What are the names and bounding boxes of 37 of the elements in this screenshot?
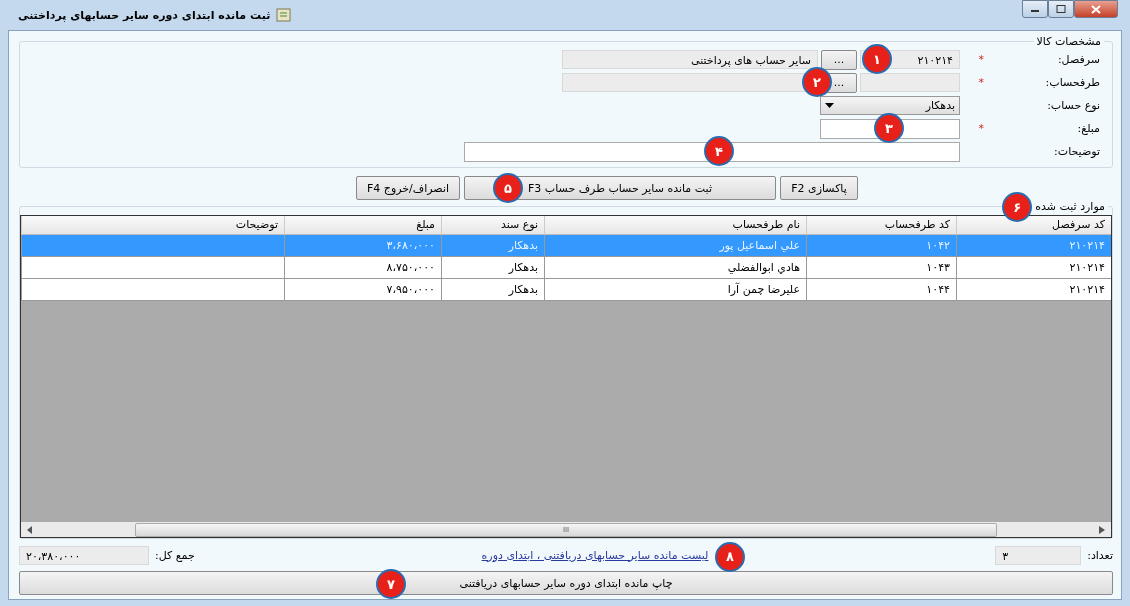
table-cell: ۱۰۴۳ xyxy=(926,261,950,274)
field-label: توضیحات: xyxy=(1053,145,1101,158)
field-label: مبلغ: xyxy=(1076,122,1101,135)
table-cell: ۲۱۰۲۱۴ xyxy=(1069,239,1105,252)
total-label: جمع کل: xyxy=(155,548,195,562)
window-title: ثبت مانده ابتدای دوره سایر حسابهای پرداختنی xyxy=(18,8,271,22)
callout-badge: ۶ xyxy=(1002,192,1033,222)
callout-tooltip: ۳ xyxy=(874,113,904,143)
table-cell: ۱۰۴۲ xyxy=(926,239,950,252)
count-field: ۳ xyxy=(995,545,1082,565)
field-label: نوع حساب: xyxy=(1046,99,1101,112)
total-field: ۲۰،۳۸۰،۰۰۰ xyxy=(19,545,149,565)
table-cell: بدهکار xyxy=(508,261,538,274)
count-label: تعداد: xyxy=(1087,548,1113,562)
table-cell: ۲۱۰۲۱۴ xyxy=(1069,261,1105,274)
group-legend: مشخصات کالا xyxy=(1033,35,1104,48)
callout-badge: ۵ xyxy=(493,173,523,203)
table-cell: ۲۱۰۲۱۴ xyxy=(1069,283,1105,296)
required-mark: * xyxy=(978,76,984,89)
table-cell: بدهکار xyxy=(508,239,538,252)
required-mark: * xyxy=(978,122,984,135)
required-mark: * xyxy=(978,53,984,66)
table-cell: بدهکار xyxy=(508,283,538,296)
field-label: طرفحساب: xyxy=(1044,76,1101,89)
callout-badge: ۷ xyxy=(376,569,406,599)
table-cell: ۷،۹۵۰،۰۰۰ xyxy=(386,283,435,296)
callout-tooltip: ۱ xyxy=(862,44,892,74)
table-cell: ۳،۶۸۰،۰۰۰ xyxy=(386,239,435,252)
callout-badge: ۸ xyxy=(715,541,745,572)
table-cell: ۸،۷۵۰،۰۰۰ xyxy=(386,261,435,274)
field-label: سرفصل: xyxy=(1056,53,1101,66)
table-cell: هادي ابوالفضلي xyxy=(727,261,800,274)
callout-tooltip: ۴ xyxy=(704,136,734,166)
callout-tooltip: ۲ xyxy=(802,67,832,97)
table-cell: عليرضا چمن آرا xyxy=(727,283,800,296)
table-cell: ۱۰۴۴ xyxy=(926,283,950,296)
table-cell: علي اسماعيل پور xyxy=(719,239,800,252)
